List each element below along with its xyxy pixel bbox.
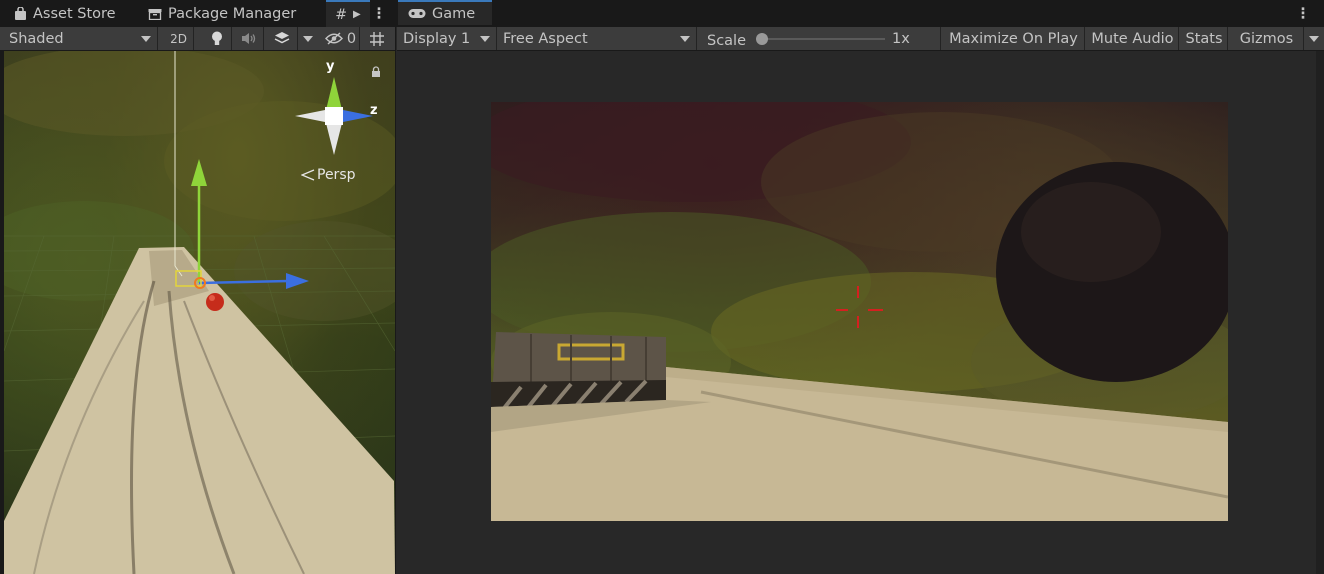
projection-label: Persp (317, 167, 356, 183)
gizmo-y-label: y (326, 59, 335, 74)
scale-value: 1x (892, 31, 910, 47)
chevron-down-icon (1309, 35, 1319, 42)
scene-play-arrow-icon: ▶ (353, 9, 361, 20)
projection-toggle[interactable]: Persp (301, 167, 356, 183)
eye-slash-icon (324, 32, 343, 45)
shopping-bag-icon (15, 6, 26, 20)
right-tab-bar: Game ⋮ (396, 0, 1324, 27)
display-value: Display 1 (403, 30, 471, 47)
tab-package-manager-label: Package Manager (168, 5, 297, 22)
z-axis-cone[interactable] (343, 110, 373, 122)
scale-control: Scale 1x (701, 27, 941, 50)
tab-menu-left[interactable]: ⋮ (371, 0, 387, 27)
scale-slider-track[interactable] (759, 38, 885, 40)
effects-toggle[interactable] (266, 27, 298, 50)
shading-mode-value: Shaded (9, 30, 64, 47)
tab-asset-store-label: Asset Store (33, 5, 116, 22)
scene-view[interactable]: y z Persp (4, 51, 395, 574)
orientation-gizmo[interactable] (289, 65, 379, 155)
tab-package-manager[interactable]: Package Manager (148, 0, 318, 27)
tab-asset-store[interactable]: Asset Store (14, 0, 134, 27)
y-neg-axis-cone[interactable] (326, 123, 342, 155)
lighting-toggle[interactable] (202, 27, 232, 50)
tab-menu-right[interactable]: ⋮ (1295, 0, 1311, 27)
kebab-menu-icon: ⋮ (1295, 5, 1311, 22)
game-view[interactable] (491, 102, 1228, 521)
grid-snap-icon (370, 31, 384, 46)
tab-game-label: Game (432, 5, 476, 22)
display-dropdown[interactable]: Display 1 (397, 27, 497, 50)
gizmo-z-label: z (370, 103, 378, 118)
x-neg-axis-cone[interactable] (295, 110, 325, 122)
chevron-down-icon (480, 35, 490, 42)
aspect-dropdown[interactable]: Free Aspect (497, 27, 697, 50)
mute-audio-label: Mute Audio (1091, 30, 1174, 47)
chevron-down-icon (303, 35, 313, 42)
y-axis-cone[interactable] (326, 77, 342, 110)
package-icon (148, 8, 162, 20)
scene-visibility-toggle[interactable]: 0 (322, 27, 360, 50)
maximize-on-play-button[interactable]: Maximize On Play (943, 27, 1085, 50)
scene-hash-icon: # (335, 6, 348, 23)
kebab-menu-icon: ⋮ (371, 5, 387, 22)
effects-dropdown[interactable] (298, 27, 318, 50)
center-cube[interactable] (325, 107, 343, 125)
shading-mode-dropdown[interactable]: Shaded (0, 27, 158, 50)
mute-audio-button[interactable]: Mute Audio (1087, 27, 1179, 50)
grid-toggle[interactable] (364, 27, 390, 50)
chevron-down-icon (141, 35, 151, 42)
aspect-value: Free Aspect (503, 30, 588, 47)
gizmos-dropdown[interactable] (1304, 27, 1324, 50)
toggle-2d-button[interactable]: 2D (164, 27, 194, 50)
scale-slider-thumb[interactable] (756, 33, 768, 45)
chevron-down-icon (680, 35, 690, 42)
gizmos-button[interactable]: Gizmos (1230, 27, 1304, 50)
panel-right-edge (1316, 51, 1324, 574)
gizmos-label: Gizmos (1239, 30, 1294, 47)
scale-label: Scale (707, 32, 747, 49)
perspective-icon (301, 169, 315, 181)
hidden-count: 0 (346, 30, 357, 47)
lock-icon[interactable] (371, 66, 381, 78)
gamepad-icon (408, 9, 426, 18)
game-toolbar: Display 1 Free Aspect Scale 1x Maximize … (397, 27, 1324, 51)
maximize-on-play-label: Maximize On Play (949, 30, 1078, 47)
stats-label: Stats (1185, 30, 1223, 47)
layers-icon (274, 32, 289, 44)
stats-button[interactable]: Stats (1181, 27, 1228, 50)
tab-game[interactable]: Game (398, 0, 492, 25)
audio-toggle[interactable] (234, 27, 264, 50)
left-tab-bar: Asset Store Package Manager # ▶ ⋮ (0, 0, 396, 27)
game-render (491, 102, 1228, 521)
scene-toolbar: Shaded 2D 0 (0, 27, 395, 51)
tab-scene[interactable]: # ▶ (326, 0, 370, 27)
speaker-icon (241, 33, 255, 44)
lightbulb-icon (211, 31, 222, 45)
toggle-2d-label: 2D (170, 31, 187, 46)
